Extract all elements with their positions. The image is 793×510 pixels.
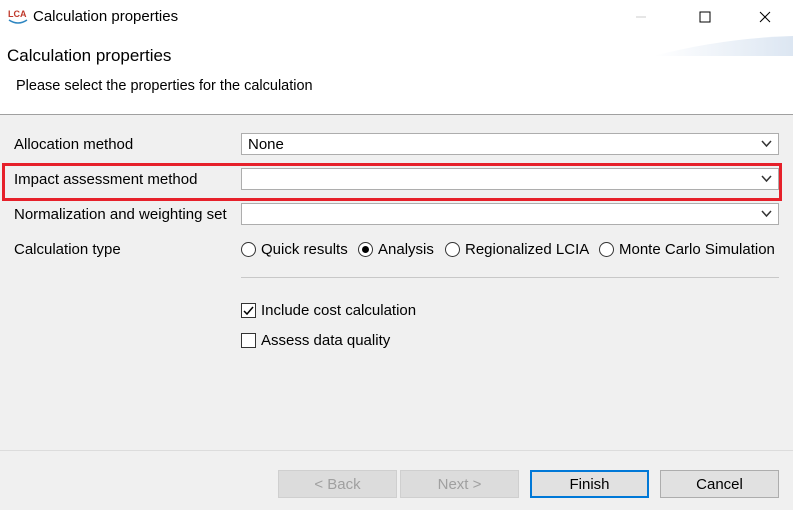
page-title: Calculation properties (7, 46, 172, 65)
title-bar: LCA Calculation properties (0, 0, 793, 34)
separator (241, 277, 779, 278)
header-decoration (653, 36, 793, 56)
include-cost-checkbox-row[interactable]: Include cost calculation (241, 300, 416, 320)
app-icon-text: LCA (8, 9, 27, 19)
radio-regionalized-lcia[interactable]: Regionalized LCIA (445, 239, 589, 259)
radio-monte-carlo[interactable]: Monte Carlo Simulation (599, 239, 775, 259)
radio-analysis[interactable]: Analysis (358, 239, 434, 259)
minimize-icon (636, 16, 646, 18)
cancel-button[interactable]: Cancel (660, 470, 779, 498)
assess-quality-checkbox[interactable] (241, 332, 256, 348)
normalization-label: Normalization and weighting set (14, 206, 227, 223)
next-button[interactable]: Next > (400, 470, 519, 498)
minimize-button[interactable] (618, 0, 664, 34)
radio-button[interactable] (241, 241, 256, 257)
close-button[interactable] (742, 0, 788, 34)
maximize-icon (699, 11, 711, 23)
back-button[interactable]: < Back (278, 470, 397, 498)
chevron-down-icon (761, 210, 772, 218)
radio-quick-results[interactable]: Quick results (241, 239, 348, 259)
checkmark-icon (243, 306, 254, 315)
maximize-button[interactable] (682, 0, 728, 34)
assess-quality-checkbox-row[interactable]: Assess data quality (241, 330, 390, 350)
calc-type-label: Calculation type (14, 241, 121, 258)
window-title: Calculation properties (33, 8, 179, 25)
footer-separator (0, 450, 793, 451)
radio-label: Regionalized LCIA (465, 240, 590, 258)
include-cost-label: Include cost calculation (261, 301, 417, 319)
chevron-down-icon (761, 140, 772, 148)
radio-button[interactable] (599, 241, 614, 257)
wizard-header: Calculation properties Please select the… (0, 34, 793, 115)
radio-label: Analysis (378, 240, 434, 258)
allocation-label: Allocation method (14, 136, 134, 153)
page-description: Please select the properties for the cal… (16, 78, 313, 94)
radio-button[interactable] (445, 241, 460, 257)
assess-quality-label: Assess data quality (261, 331, 391, 349)
radio-button[interactable] (358, 241, 373, 257)
lca-app-icon: LCA (8, 9, 28, 24)
radio-label: Quick results (261, 240, 348, 258)
include-cost-checkbox[interactable] (241, 302, 256, 318)
highlight-box (2, 163, 782, 201)
finish-button[interactable]: Finish (530, 470, 649, 498)
allocation-value: None (248, 136, 284, 153)
close-icon (759, 11, 771, 23)
normalization-select[interactable] (241, 203, 779, 225)
allocation-select[interactable]: None (241, 133, 779, 155)
radio-label: Monte Carlo Simulation (619, 240, 775, 258)
